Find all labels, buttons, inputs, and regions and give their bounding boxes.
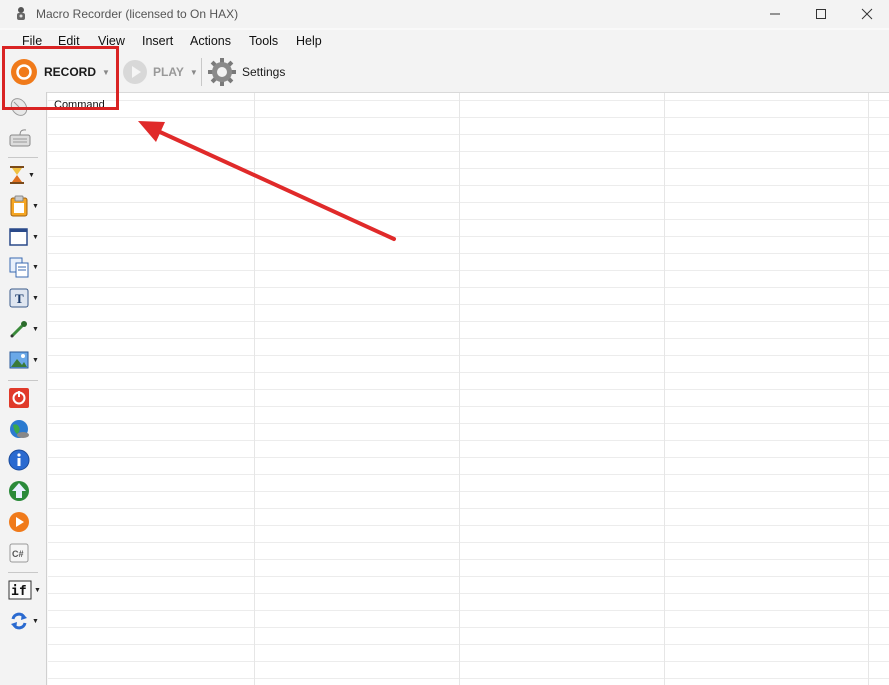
column-divider [254, 93, 255, 685]
sidebar-separator [8, 380, 38, 381]
sidebar-separator [8, 572, 38, 573]
command-grid[interactable]: Command [48, 93, 889, 685]
upload-icon [9, 481, 29, 501]
gear-icon [208, 58, 236, 86]
play-label: PLAY [153, 65, 184, 79]
maximize-icon [816, 9, 826, 19]
play-icon [123, 60, 147, 84]
minimize-button[interactable] [752, 0, 798, 28]
chevron-down-icon: ▼ [32, 263, 39, 271]
window-icon [9, 228, 28, 246]
svg-text:T: T [15, 291, 24, 306]
insert-delay-button[interactable]: ▼ [8, 162, 44, 188]
stop-icon [9, 388, 29, 408]
chevron-down-icon: ▼ [32, 617, 39, 625]
info-icon [8, 449, 30, 471]
insert-stop-button[interactable] [8, 385, 44, 411]
insert-message-button[interactable] [8, 447, 44, 473]
chevron-down-icon: ▼ [32, 233, 39, 241]
chevron-down-icon: ▼ [32, 294, 39, 302]
chevron-down-icon: ▼ [34, 586, 41, 594]
column-divider [459, 93, 460, 685]
toolbar-separator [201, 58, 202, 86]
clipboard-icon [10, 195, 28, 217]
chevron-down-icon: ▼ [32, 325, 39, 333]
insert-clipboard-button[interactable]: ▼ [8, 193, 44, 219]
action-sidebar: ▼ ▼ ▼ ▼ T ▼ ▼ ▼ C# if ▼ ▼ [0, 92, 47, 685]
chevron-down-icon: ▼ [32, 356, 39, 364]
minimize-icon [770, 13, 780, 15]
close-icon [861, 8, 873, 20]
insert-color-button[interactable]: ▼ [8, 316, 44, 342]
title-bar: Macro Recorder (licensed to On HAX) [0, 0, 889, 28]
csharp-icon: C# [9, 543, 29, 563]
hourglass-icon [10, 166, 24, 184]
insert-keyboard-button[interactable] [8, 125, 44, 151]
maximize-button[interactable] [798, 0, 844, 28]
insert-loop-button[interactable]: ▼ [8, 608, 44, 634]
record-highlight-box [2, 46, 119, 110]
window-title: Macro Recorder (licensed to On HAX) [36, 7, 239, 21]
insert-window-button[interactable]: ▼ [8, 224, 44, 250]
app-icon [17, 7, 25, 20]
loop-icon [11, 612, 27, 630]
column-divider [664, 93, 665, 685]
insert-image-button[interactable]: ▼ [8, 347, 44, 373]
insert-if-button[interactable]: if ▼ [8, 577, 44, 603]
chevron-down-icon: ▼ [28, 171, 35, 179]
insert-text-button[interactable]: T ▼ [8, 285, 44, 311]
play-dropdown-icon[interactable]: ▼ [190, 68, 198, 77]
text-icon: T [9, 288, 29, 308]
if-icon: if [8, 580, 32, 600]
column-divider [868, 93, 869, 685]
menu-bar: File Edit View Insert Actions Tools Help [0, 30, 889, 52]
toolbar: RECORD ▼ PLAY ▼ Settings [0, 52, 889, 93]
eyedropper-icon [10, 321, 27, 338]
svg-text:C#: C# [12, 549, 24, 559]
globe-icon [10, 420, 29, 438]
play-button[interactable]: PLAY ▼ [122, 58, 198, 86]
insert-csharp-button[interactable]: C# [8, 540, 44, 566]
keyboard-icon [9, 129, 31, 147]
insert-web-button[interactable] [8, 416, 44, 442]
menu-insert[interactable]: Insert [142, 34, 173, 48]
insert-run-button[interactable] [8, 509, 44, 535]
menu-actions[interactable]: Actions [190, 34, 231, 48]
insert-copy-button[interactable]: ▼ [8, 254, 44, 280]
settings-label: Settings [242, 65, 286, 79]
sidebar-separator [8, 157, 38, 158]
menu-tools[interactable]: Tools [249, 34, 278, 48]
image-icon [9, 351, 29, 369]
menu-help[interactable]: Help [296, 34, 322, 48]
svg-text:if: if [11, 584, 27, 599]
copy-icon [9, 257, 29, 278]
settings-button[interactable]: Settings [206, 58, 285, 86]
play-icon [9, 512, 29, 532]
close-button[interactable] [844, 0, 889, 28]
insert-upload-button[interactable] [8, 478, 44, 504]
chevron-down-icon: ▼ [32, 202, 39, 210]
